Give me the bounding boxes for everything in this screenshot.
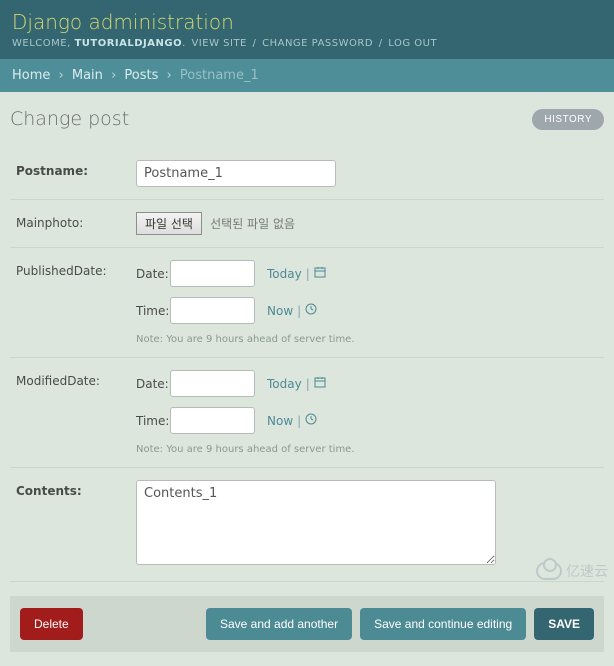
published-time-label: Time:: [136, 304, 170, 318]
field-modifieddate: ModifiedDate: Date: Today | Time: Now |: [10, 358, 604, 468]
breadcrumb-current: Postname_1: [180, 68, 259, 83]
breadcrumb: Home › Main › Posts › Postname_1: [0, 59, 614, 92]
field-contents: Contents:: [10, 468, 604, 582]
modified-time-input[interactable]: [170, 407, 255, 434]
save-button[interactable]: SAVE: [534, 608, 594, 640]
calendar-icon[interactable]: [314, 266, 326, 281]
content: Change post HISTORY Postname: Mainphoto:…: [0, 92, 614, 666]
published-date-input[interactable]: [170, 260, 255, 287]
breadcrumb-model[interactable]: Posts: [124, 68, 158, 83]
file-status-text: 선택된 파일 없음: [210, 217, 295, 231]
page-title: Change post: [10, 108, 129, 130]
history-button[interactable]: HISTORY: [532, 109, 604, 130]
published-date-label: Date:: [136, 267, 170, 281]
postname-input[interactable]: [136, 160, 336, 187]
modified-today-link[interactable]: Today: [267, 377, 302, 391]
site-branding: Django administration: [12, 10, 602, 34]
publisheddate-label: PublishedDate:: [16, 260, 136, 278]
watermark: 亿速云: [536, 561, 608, 581]
breadcrumb-home[interactable]: Home: [12, 68, 50, 83]
modified-tz-note: Note: You are 9 hours ahead of server ti…: [136, 444, 598, 455]
modifieddate-label: ModifiedDate:: [16, 370, 136, 388]
delete-button[interactable]: Delete: [20, 608, 83, 640]
user-links: WELCOME, TUTORIALDJANGO. VIEW SITE / CHA…: [12, 38, 602, 55]
published-now-link[interactable]: Now: [267, 304, 293, 318]
mainphoto-label: Mainphoto:: [16, 212, 136, 230]
postname-label: Postname:: [16, 160, 136, 178]
modified-date-label: Date:: [136, 377, 170, 391]
submit-row: Delete Save and add another Save and con…: [10, 596, 604, 652]
modified-now-link[interactable]: Now: [267, 414, 293, 428]
published-today-link[interactable]: Today: [267, 267, 302, 281]
cloud-icon: [536, 562, 562, 580]
file-choose-button[interactable]: 파일 선택: [136, 212, 202, 235]
username: TUTORIALDJANGO: [74, 38, 182, 49]
welcome-text: WELCOME,: [12, 38, 71, 49]
field-publisheddate: PublishedDate: Date: Today | Time: Now |: [10, 248, 604, 358]
logout-link[interactable]: LOG OUT: [388, 38, 437, 49]
watermark-text: 亿速云: [566, 561, 608, 581]
save-continue-button[interactable]: Save and continue editing: [360, 608, 526, 640]
published-tz-note: Note: You are 9 hours ahead of server ti…: [136, 334, 598, 345]
admin-header: Django administration WELCOME, TUTORIALD…: [0, 0, 614, 59]
clock-icon[interactable]: [305, 413, 317, 428]
view-site-link[interactable]: VIEW SITE: [191, 38, 246, 49]
modified-date-input[interactable]: [170, 370, 255, 397]
calendar-icon[interactable]: [314, 376, 326, 391]
published-time-input[interactable]: [170, 297, 255, 324]
modified-time-label: Time:: [136, 414, 170, 428]
contents-label: Contents:: [16, 480, 136, 498]
breadcrumb-app[interactable]: Main: [72, 68, 103, 83]
field-postname: Postname:: [10, 148, 604, 200]
change-password-link[interactable]: CHANGE PASSWORD: [262, 38, 373, 49]
clock-icon[interactable]: [305, 303, 317, 318]
contents-input[interactable]: [136, 480, 496, 565]
save-add-another-button[interactable]: Save and add another: [206, 608, 352, 640]
field-mainphoto: Mainphoto: 파일 선택 선택된 파일 없음: [10, 200, 604, 248]
